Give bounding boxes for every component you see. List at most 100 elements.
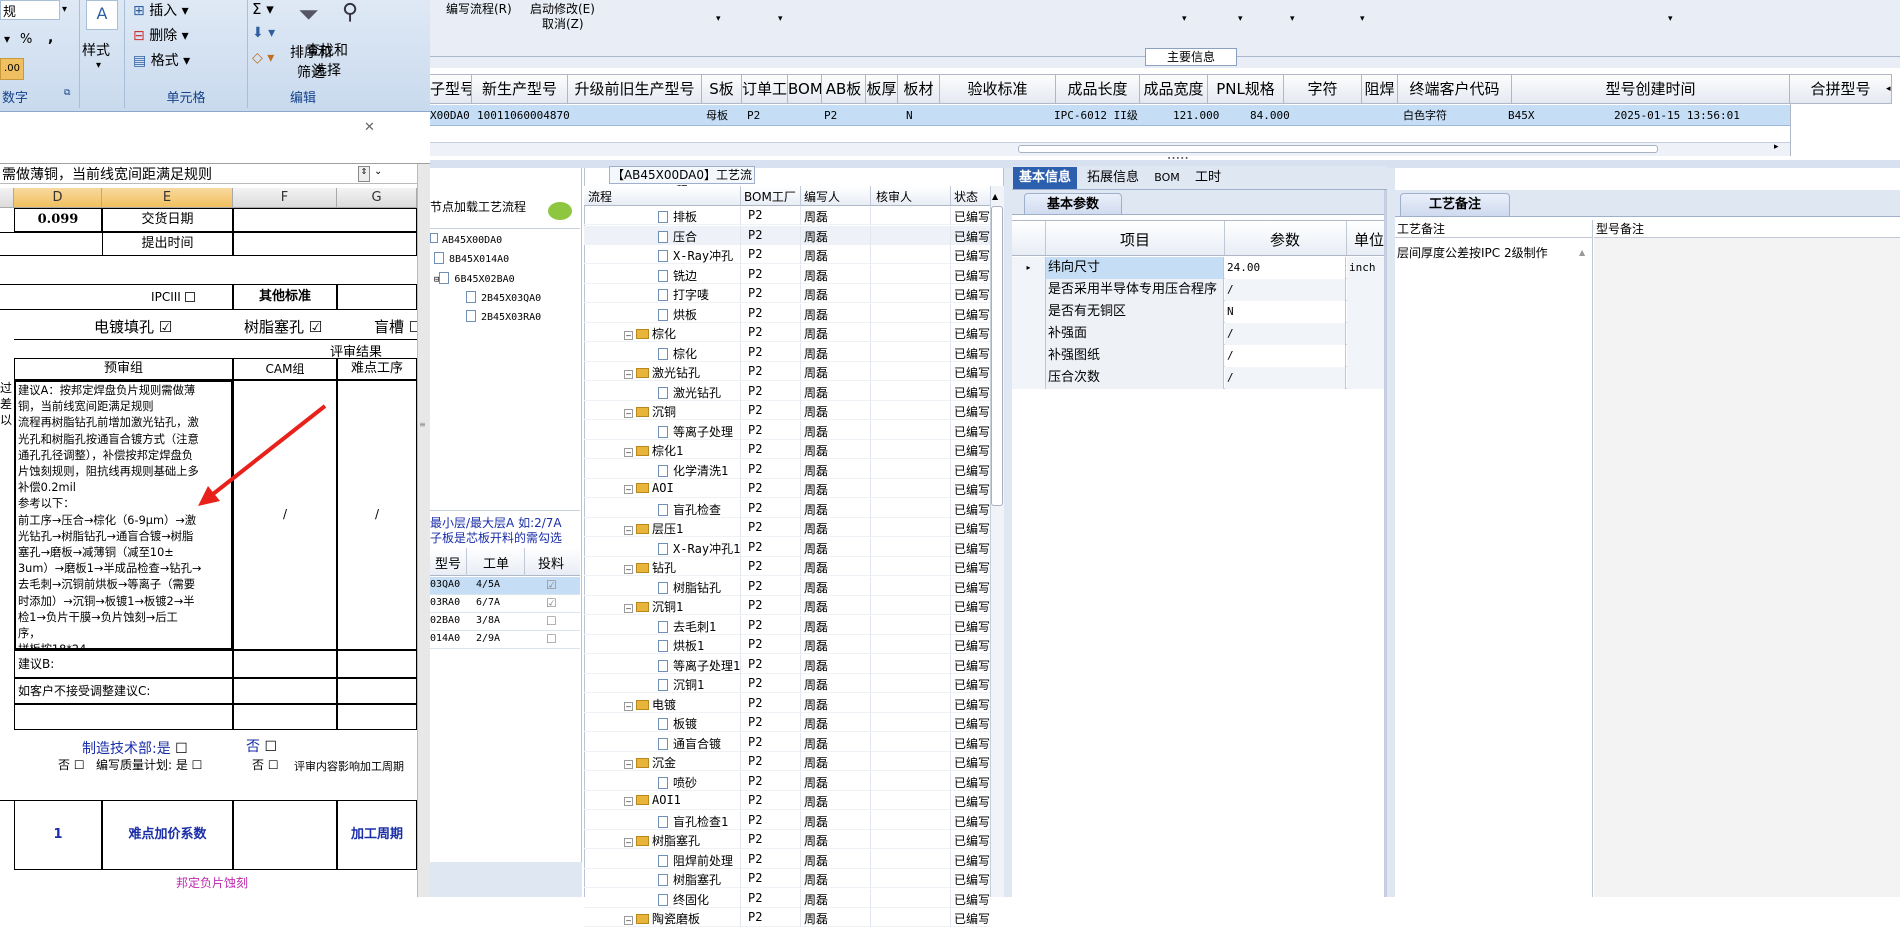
- flow-row[interactable]: 铣边 P2 周磊 已编写: [584, 264, 990, 284]
- percent-button[interactable]: %: [20, 32, 32, 47]
- autosum-button[interactable]: Σ ▾: [252, 0, 274, 18]
- flow-row[interactable]: 激光钻孔 P2 周磊 已编写: [584, 381, 990, 401]
- col-header-f[interactable]: F: [233, 188, 337, 208]
- expand-icon[interactable]: –: [624, 331, 633, 340]
- flow-row[interactable]: X-Ray冲孔 P2 周磊 已编写: [584, 245, 990, 264]
- flow-row[interactable]: 通盲合镀 P2 周磊 已编写: [584, 732, 990, 752]
- chevron-down-icon[interactable]: ▾: [96, 60, 101, 71]
- sort-filter-icon[interactable]: ⏷: [298, 0, 319, 31]
- format-button[interactable]: ▤ 格式 ▾: [133, 50, 190, 70]
- decimal-increase-icon[interactable]: .00: [0, 58, 24, 80]
- grid-header-6[interactable]: AB板: [822, 74, 866, 104]
- flow-row[interactable]: 阻焊前处理 P2 周磊 已编写: [584, 849, 990, 869]
- flow-row[interactable]: 沉铜1 P2 周磊 已编写: [584, 674, 990, 693]
- col-header-d[interactable]: D: [14, 188, 102, 208]
- flow-row[interactable]: 喷砂 P2 周磊 已编写: [584, 771, 990, 791]
- flow-row[interactable]: – 棕化1 P2 周磊 已编写: [584, 440, 990, 459]
- blind-slot-option[interactable]: 盲槽 ☐: [374, 316, 422, 337]
- scroll-right-icon[interactable]: ▸: [1774, 142, 1779, 152]
- grid-cell-new-model[interactable]: 10011060004870: [477, 105, 570, 126]
- expand-icon[interactable]: –: [624, 760, 633, 769]
- chevron-down-icon[interactable]: ▾: [1360, 14, 1365, 24]
- grid-header-7[interactable]: 板厚: [866, 74, 898, 104]
- grid-header-13[interactable]: 字符: [1284, 74, 1362, 104]
- flow-row[interactable]: – 树脂塞孔 P2 周磊 已编写: [584, 830, 990, 849]
- param-row[interactable]: 是否有无铜区 N: [1012, 301, 1384, 323]
- param-row[interactable]: 补强图纸 /: [1012, 345, 1384, 367]
- grid-cell-ab[interactable]: N: [906, 105, 913, 126]
- splitter[interactable]: [1387, 168, 1395, 897]
- quality-plan-option[interactable]: 编写质量计划: 是 ☐: [96, 756, 202, 773]
- excel-scrollbar[interactable]: [417, 164, 430, 897]
- review-affects-no[interactable]: 否 ☐: [252, 756, 279, 773]
- grid-cell-customer[interactable]: B45X: [1508, 105, 1535, 126]
- flow-row[interactable]: 树脂塞孔 P2 周磊 已编写: [584, 869, 990, 888]
- scroll-up-icon[interactable]: ▲: [1579, 248, 1585, 257]
- grid-header-12[interactable]: PNL规格: [1208, 74, 1284, 104]
- col-header-g[interactable]: G: [337, 188, 417, 208]
- grid-cell-bom-factory[interactable]: P2: [824, 105, 837, 126]
- col-order[interactable]: 工单: [468, 553, 524, 572]
- grid-header-15[interactable]: 终端客户代码: [1398, 74, 1512, 104]
- grid-header-9[interactable]: 验收标准: [940, 74, 1056, 104]
- node-item[interactable]: 8B45X014A0: [434, 251, 509, 265]
- flow-row[interactable]: 排板 P2 周磊 已编写: [584, 206, 990, 225]
- param-row[interactable]: 补强面 /: [1012, 323, 1384, 345]
- flow-scroll-thumb[interactable]: [991, 206, 1003, 506]
- tab-bom[interactable]: BOM: [1152, 167, 1182, 189]
- chevron-down-icon[interactable]: ▾: [1238, 14, 1243, 24]
- grid-header-14[interactable]: 阻焊: [1362, 74, 1398, 104]
- chevron-down-icon[interactable]: ▾: [716, 14, 721, 24]
- plating-fill-option[interactable]: 电镀填孔 ☑: [94, 316, 172, 337]
- remark-col-process[interactable]: 工艺备注: [1395, 220, 1593, 238]
- flow-row[interactable]: 盲孔检查1 P2 周磊 已编写: [584, 810, 990, 830]
- scroll-up-icon[interactable]: ▲: [992, 192, 998, 201]
- flow-row[interactable]: 棕化 P2 周磊 已编写: [584, 342, 990, 362]
- grid-header-0[interactable]: 子型号: [430, 74, 472, 104]
- node-item[interactable]: ⊟ 6B45X02BA0: [434, 271, 515, 285]
- flow-row[interactable]: 等离子处理1 P2 周磊 已编写: [584, 654, 990, 674]
- param-row[interactable]: 是否采用半导体专用压合程序 /: [1012, 279, 1384, 301]
- feed-checkbox[interactable]: ☑: [546, 596, 557, 610]
- comment-icon[interactable]: [548, 202, 572, 220]
- param-value[interactable]: /: [1225, 367, 1346, 389]
- grid-header-5[interactable]: BOM工厂: [788, 74, 822, 104]
- delivery-date-value[interactable]: [233, 208, 417, 232]
- col-reviewer[interactable]: 核审人: [876, 188, 912, 205]
- flow-row[interactable]: – 激光钻孔 P2 周磊 已编写: [584, 362, 990, 381]
- other-std-value[interactable]: [337, 284, 417, 310]
- difficult-price-value[interactable]: [233, 800, 337, 870]
- col-header-e[interactable]: E: [102, 188, 233, 208]
- suggestion-b-cam[interactable]: [233, 650, 337, 678]
- expand-icon[interactable]: –: [624, 526, 633, 535]
- node-item[interactable]: 2B45X03QA0: [466, 290, 541, 304]
- flow-row[interactable]: 化学清洗1 P2 周磊 已编写: [584, 459, 990, 479]
- currency-icon[interactable]: ▾: [4, 32, 10, 46]
- one-cell[interactable]: 1: [14, 800, 102, 870]
- grid-cell-order-factory[interactable]: P2: [747, 105, 760, 126]
- feed-checkbox[interactable]: ☐: [546, 614, 557, 628]
- suggestion-b-diff[interactable]: [337, 650, 417, 678]
- find-binoculars-icon[interactable]: ⚲: [342, 0, 358, 25]
- grid-header-10[interactable]: 成品长度: [1056, 74, 1140, 104]
- grid-header-11[interactable]: 成品宽度: [1140, 74, 1208, 104]
- grid-header-3[interactable]: S板: [702, 74, 742, 104]
- mfg-tech-checkbox[interactable]: ☐: [175, 741, 188, 757]
- grid-header-8[interactable]: 板材: [898, 74, 940, 104]
- grid-cell-length[interactable]: 121.000: [1173, 105, 1219, 126]
- grid-header-16[interactable]: 型号创建时间: [1512, 74, 1790, 104]
- flow-row[interactable]: 烘板 P2 周磊 已编写: [584, 303, 990, 323]
- submit-time-value[interactable]: [233, 232, 417, 256]
- expand-icon[interactable]: –: [624, 604, 633, 613]
- tab-hours[interactable]: 工时: [1192, 167, 1224, 189]
- collapse-icon[interactable]: ◂: [1886, 74, 1898, 104]
- expand-icon[interactable]: –: [624, 797, 633, 806]
- flow-row[interactable]: 烘板1 P2 周磊 已编写: [584, 635, 990, 654]
- order-row[interactable]: 02BA0 3/8A ☐: [430, 613, 580, 631]
- comma-button[interactable]: ,: [48, 30, 53, 46]
- menu-cancel[interactable]: 取消(Z): [542, 15, 584, 32]
- formula-scroll-icon[interactable]: ⇕: [358, 166, 370, 182]
- insert-button[interactable]: ⊞ 插入 ▾: [133, 0, 189, 20]
- cell-d-value[interactable]: 0.099: [14, 208, 102, 232]
- param-row[interactable]: 压合次数 /: [1012, 367, 1384, 389]
